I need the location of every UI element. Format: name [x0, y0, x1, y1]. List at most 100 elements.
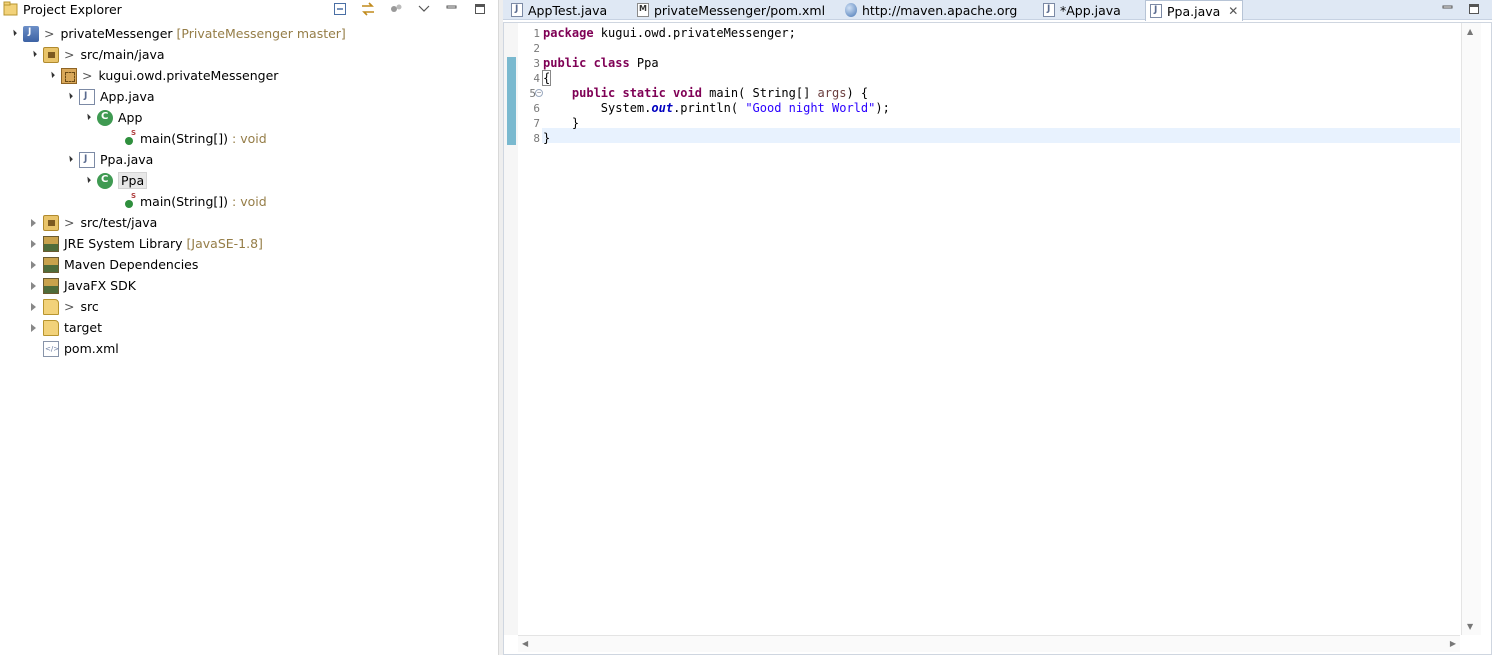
tree-node-ppa-java[interactable]: Ppa.java	[64, 149, 153, 170]
collapse-twisty-icon[interactable]	[28, 239, 38, 249]
expand-twisty-icon[interactable]	[28, 50, 38, 60]
scroll-right-icon[interactable]: ▶	[1450, 639, 1456, 648]
tree-node-label: main(String[])	[140, 194, 229, 209]
tree-node-class-ppa[interactable]: Ppa	[82, 170, 148, 191]
tree-node-label: JavaFX SDK	[64, 278, 136, 293]
line-number: 4	[533, 72, 540, 85]
library-icon	[43, 256, 59, 273]
scroll-up-icon[interactable]: ▲	[1467, 27, 1473, 36]
tab-label: Ppa.java	[1167, 3, 1221, 19]
tree-node-method-main[interactable]: main(String[]) : void	[120, 128, 267, 149]
line-number-ruler: 1 2 3 4 5 − 6 7 8	[518, 23, 543, 635]
explorer-tab-title[interactable]: Project Explorer	[23, 2, 122, 17]
horizontal-scrollbar[interactable]: ◀ ▶	[518, 635, 1460, 652]
tab-label: AppTest.java	[528, 2, 608, 18]
expand-twisty-icon[interactable]	[64, 155, 74, 165]
overview-ruler	[504, 23, 518, 635]
link-with-editor-icon[interactable]	[360, 1, 376, 17]
tab-apptest-java[interactable]: AppTest.java	[507, 0, 607, 20]
java-file-icon	[1043, 3, 1055, 17]
java-file-icon	[79, 151, 95, 168]
tree-node-label: main(String[])	[140, 131, 229, 146]
tree-node-jre-library[interactable]: JRE System Library [JavaSE-1.8]	[28, 233, 263, 254]
code-line-1: package kugui.owd.privateMessenger;	[543, 26, 796, 40]
line-number: 7	[533, 117, 540, 130]
line-number: 2	[533, 42, 540, 55]
expand-twisty-icon[interactable]	[8, 29, 18, 39]
tree-node-javafx-sdk[interactable]: JavaFX SDK	[28, 275, 136, 296]
git-dirty-marker: >	[44, 26, 55, 41]
collapse-twisty-icon[interactable]	[28, 260, 38, 270]
line-number: 8	[533, 132, 540, 145]
minimize-icon[interactable]	[1442, 4, 1454, 17]
expand-twisty-icon[interactable]	[64, 92, 74, 102]
code-line-4: {	[541, 70, 552, 86]
source-folder-icon	[43, 46, 59, 63]
tab-label: *App.java	[1060, 2, 1121, 18]
class-icon	[97, 109, 113, 126]
static-method-icon	[125, 192, 136, 210]
expand-twisty-icon[interactable]	[82, 113, 92, 123]
git-dirty-marker: >	[64, 215, 75, 230]
code-line-8: }	[543, 131, 551, 145]
vertical-scrollbar[interactable]: ▲ ▼	[1461, 23, 1481, 635]
tab-app-java-dirty[interactable]: *App.java	[1039, 0, 1121, 20]
tree-node-package[interactable]: > kugui.owd.privateMessenger	[46, 65, 278, 86]
quickdiff-change-bar	[507, 57, 516, 145]
tree-node-method-main[interactable]: main(String[]) : void	[120, 191, 267, 212]
tree-node-label: App.java	[100, 89, 155, 104]
expand-twisty-icon[interactable]	[46, 71, 56, 81]
tree-node-maven-dependencies[interactable]: Maven Dependencies	[28, 254, 198, 275]
matching-bracket: {	[541, 70, 552, 86]
tree-node-target-folder[interactable]: target	[28, 317, 102, 338]
code-text-area[interactable]: package kugui.owd.privateMessenger; publ…	[541, 23, 1460, 635]
java-source-editor[interactable]: 1 2 3 4 5 − 6 7 8 package kugui.owd.priv…	[503, 22, 1492, 655]
collapse-all-icon[interactable]	[332, 1, 348, 17]
code-line-5: public static void main( String[] args) …	[571, 86, 869, 100]
return-type-decoration: : void	[232, 131, 267, 146]
tree-node-label: Maven Dependencies	[64, 257, 199, 272]
collapse-twisty-icon[interactable]	[28, 218, 38, 228]
git-dirty-marker: >	[64, 299, 75, 314]
collapse-twisty-icon[interactable]	[28, 281, 38, 291]
maximize-icon[interactable]	[1468, 3, 1480, 18]
tree-node-pom-xml[interactable]: pom.xml	[38, 338, 119, 359]
tab-ppa-java[interactable]: Ppa.java ✕	[1145, 0, 1244, 21]
close-tab-icon[interactable]: ✕	[1228, 4, 1238, 18]
scroll-left-icon[interactable]: ◀	[522, 639, 528, 648]
git-dirty-marker: >	[82, 68, 93, 83]
tree-node-label: src/test/java	[80, 215, 158, 230]
line-number: 3	[533, 57, 540, 70]
scroll-down-icon[interactable]: ▼	[1467, 622, 1473, 631]
code-line-7: }	[543, 116, 580, 130]
tree-node-label: privateMessenger	[60, 26, 173, 41]
tree-node-label: target	[64, 320, 103, 335]
tree-node-app-java[interactable]: App.java	[64, 86, 155, 107]
java-file-icon	[1150, 4, 1162, 18]
tab-pom-xml[interactable]: privateMessenger/pom.xml	[633, 0, 825, 20]
tab-maven-apache-org[interactable]: http://maven.apache.org	[841, 0, 1017, 20]
collapse-twisty-icon[interactable]	[28, 323, 38, 333]
tree-node-src-main-java[interactable]: > src/main/java	[28, 44, 165, 65]
editor-tab-bar: AppTest.java privateMessenger/pom.xml ht…	[503, 0, 1492, 21]
code-line-6: System.out.println( "Good night World");	[600, 101, 890, 115]
expand-twisty-icon[interactable]	[82, 176, 92, 186]
git-dirty-marker: >	[64, 47, 75, 62]
maven-pom-icon	[637, 3, 649, 17]
project-explorer-view: Project Explorer J > privateMessenger [P…	[0, 0, 498, 655]
collapse-twisty-icon[interactable]	[28, 302, 38, 312]
java-file-icon	[511, 3, 523, 17]
tree-node-src-folder[interactable]: > src	[28, 296, 99, 317]
web-browser-icon	[845, 3, 857, 17]
tree-node-label: src/main/java	[80, 47, 165, 62]
line-number: 1	[533, 27, 540, 40]
tree-node-src-test-java[interactable]: > src/test/java	[28, 212, 157, 233]
tree-node-class-app[interactable]: App	[82, 107, 142, 128]
java-file-icon	[79, 88, 95, 105]
minimize-icon[interactable]	[444, 1, 460, 17]
maximize-icon[interactable]	[472, 1, 488, 17]
tree-node-project[interactable]: > privateMessenger[PrivateMessenger mast…	[8, 23, 346, 44]
view-menu-icon[interactable]	[416, 1, 432, 17]
tree-node-label: pom.xml	[64, 341, 119, 356]
filter-icon[interactable]	[388, 1, 404, 17]
